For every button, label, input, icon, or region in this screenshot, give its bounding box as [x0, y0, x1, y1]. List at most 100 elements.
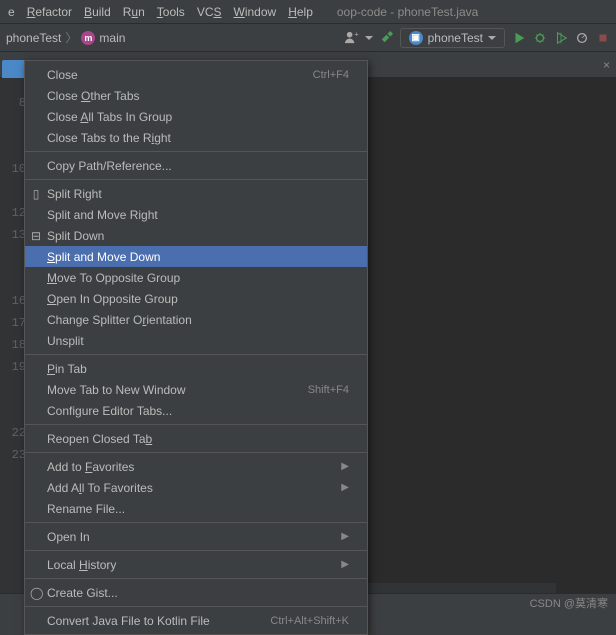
menu-help[interactable]: Help [282, 3, 319, 21]
menu-item-label: Configure Editor Tabs... [47, 404, 349, 418]
menu-separator [25, 179, 367, 180]
watermark: CSDN @莫清寒 [530, 595, 608, 611]
debug-icon[interactable] [532, 30, 547, 45]
menu-item-add-all-to-favorites[interactable]: Add All To Favorites▶ [25, 477, 367, 498]
user-add-icon[interactable]: + [344, 30, 359, 45]
menu-item-label: Reopen Closed Tab [47, 432, 349, 446]
menu-item-close[interactable]: CloseCtrl+F4 [25, 64, 367, 85]
menu-item-rename-file[interactable]: Rename File... [25, 498, 367, 519]
menu-item-label: Open In [47, 530, 341, 544]
menu-item-close-all-tabs-in-group[interactable]: Close All Tabs In Group [25, 106, 367, 127]
menu-item-unsplit[interactable]: Unsplit [25, 330, 367, 351]
chevron-down-icon [488, 36, 496, 40]
hammer-build-icon[interactable] [379, 30, 394, 45]
menu-item-shortcut: Ctrl+F4 [313, 69, 349, 81]
menu-item-split-right[interactable]: ▯ Split Right [25, 183, 367, 204]
menu-separator [25, 354, 367, 355]
chevron-right-icon: 〉 [65, 29, 77, 46]
menu-window[interactable]: Window [228, 3, 283, 21]
main-menubar: e Refactor Build Run Tools VCS Window He… [0, 0, 616, 24]
submenu-arrow-icon: ▶ [341, 531, 349, 542]
close-tab-icon[interactable]: × [597, 58, 616, 72]
menu-item-label: Move To Opposite Group [47, 271, 349, 285]
run-icon[interactable] [511, 30, 526, 45]
menu-vcs[interactable]: VCS [191, 3, 228, 21]
breadcrumb-method[interactable]: main [99, 31, 125, 45]
menu-run[interactable]: Run [117, 3, 151, 21]
menu-separator [25, 578, 367, 579]
toolbar-right: + ▣ phoneTest [344, 28, 610, 48]
menu-item-open-in[interactable]: Open In▶ [25, 526, 367, 547]
menu-item-change-splitter-orientation[interactable]: Change Splitter Orientation [25, 309, 367, 330]
menu-item-label: Add All To Favorites [47, 481, 341, 495]
menu-item-shortcut: Shift+F4 [308, 384, 349, 396]
menu-item-move-tab-to-new-window[interactable]: Move Tab to New WindowShift+F4 [25, 379, 367, 400]
menu-item-label: Unsplit [47, 334, 349, 348]
menu-separator [25, 550, 367, 551]
menu-item-configure-editor-tabs[interactable]: Configure Editor Tabs... [25, 400, 367, 421]
menu-item-icon: ◯ [30, 586, 42, 600]
menu-item-reopen-closed-tab[interactable]: Reopen Closed Tab [25, 428, 367, 449]
menu-item-label: Close [47, 68, 313, 82]
run-configuration-select[interactable]: ▣ phoneTest [400, 28, 505, 48]
menu-item-split-down[interactable]: ⊟ Split Down [25, 225, 367, 246]
coverage-icon[interactable] [553, 30, 568, 45]
submenu-arrow-icon: ▶ [341, 482, 349, 493]
menu-item-label: Add to Favorites [47, 460, 341, 474]
chevron-down-icon[interactable] [365, 36, 373, 40]
menu-item-label: Split Down [47, 229, 349, 243]
menu-refactor[interactable]: Refactor [21, 3, 78, 21]
submenu-arrow-icon: ▶ [341, 461, 349, 472]
class-icon: ▣ [409, 31, 423, 45]
profiler-icon[interactable] [574, 30, 589, 45]
menu-item-label: Change Splitter Orientation [47, 313, 349, 327]
menu-item-pin-tab[interactable]: Pin Tab [25, 358, 367, 379]
navigation-bar: phoneTest 〉 m main + ▣ phoneTest [0, 24, 616, 52]
menu-item-move-to-opposite-group[interactable]: Move To Opposite Group [25, 267, 367, 288]
menu-item-label: Open In Opposite Group [47, 292, 349, 306]
menu-item-close-other-tabs[interactable]: Close Other Tabs [25, 85, 367, 106]
menu-separator [25, 606, 367, 607]
menu-separator [25, 522, 367, 523]
menu-partial[interactable]: e [2, 3, 21, 21]
menu-build[interactable]: Build [78, 3, 117, 21]
menu-item-label: Split Right [47, 187, 349, 201]
menu-item-label: Close All Tabs In Group [47, 110, 349, 124]
menu-item-label: Rename File... [47, 502, 349, 516]
method-icon: m [81, 31, 95, 45]
menu-item-label: Split and Move Down [47, 250, 349, 264]
menu-item-split-and-move-down[interactable]: Split and Move Down [25, 246, 367, 267]
menu-item-split-and-move-right[interactable]: Split and Move Right [25, 204, 367, 225]
svg-text:+: + [354, 30, 359, 39]
window-title: oop-code - phoneTest.java [337, 5, 478, 19]
menu-tools[interactable]: Tools [151, 3, 191, 21]
menu-item-open-in-opposite-group[interactable]: Open In Opposite Group [25, 288, 367, 309]
menu-item-label: Close Tabs to the Right [47, 131, 349, 145]
menu-item-copy-path-reference[interactable]: Copy Path/Reference... [25, 155, 367, 176]
tab-context-menu: CloseCtrl+F4 Close Other Tabs Close All Ta… [24, 60, 368, 635]
menu-item-close-tabs-to-the-right[interactable]: Close Tabs to the Right [25, 127, 367, 148]
menu-separator [25, 151, 367, 152]
menu-separator [25, 424, 367, 425]
run-config-label: phoneTest [428, 31, 483, 45]
breadcrumb: phoneTest 〉 m main [6, 29, 344, 46]
menu-item-label: Create Gist... [47, 586, 349, 600]
menu-item-label: Split and Move Right [47, 208, 349, 222]
menu-item-local-history[interactable]: Local History▶ [25, 554, 367, 575]
menu-item-icon: ▯ [30, 187, 42, 201]
breadcrumb-file[interactable]: phoneTest [6, 31, 61, 45]
menu-item-add-to-favorites[interactable]: Add to Favorites▶ [25, 456, 367, 477]
menu-item-label: Convert Java File to Kotlin File [47, 614, 270, 628]
menu-item-label: Copy Path/Reference... [47, 159, 349, 173]
menu-item-create-gist[interactable]: ◯ Create Gist... [25, 582, 367, 603]
menu-item-shortcut: Ctrl+Alt+Shift+K [270, 615, 349, 627]
stop-icon[interactable] [595, 30, 610, 45]
menu-item-convert-java-file-to-kotlin-file[interactable]: Convert Java File to Kotlin FileCtrl+Alt… [25, 610, 367, 631]
menu-item-icon: ⊟ [30, 229, 42, 243]
menu-item-label: Pin Tab [47, 362, 349, 376]
menu-item-label: Local History [47, 558, 341, 572]
menu-separator [25, 452, 367, 453]
submenu-arrow-icon: ▶ [341, 559, 349, 570]
menu-item-label: Move Tab to New Window [47, 383, 308, 397]
menu-item-label: Close Other Tabs [47, 89, 349, 103]
